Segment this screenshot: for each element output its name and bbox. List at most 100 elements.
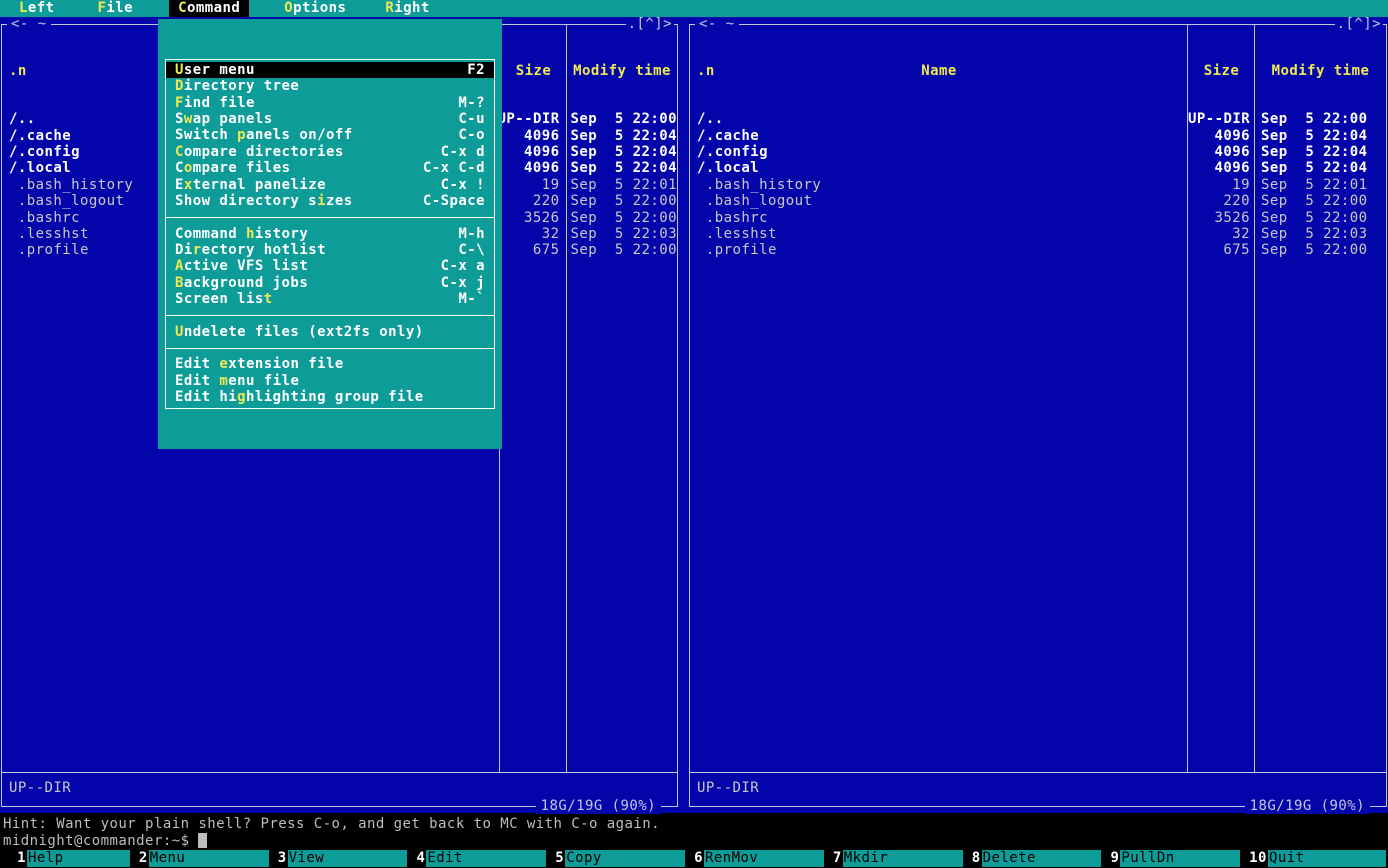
fkey-label: Edit	[426, 850, 546, 867]
file-mtime: Sep 5 22:00	[1255, 193, 1386, 209]
fkey-9-pulldn[interactable]: 9 PullDn	[1110, 850, 1249, 868]
menu-item-screen-list[interactable]: Screen listM-`	[166, 291, 494, 307]
menu-item-shortcut: C-x d	[441, 144, 485, 160]
fkey-label: PullDn	[1120, 850, 1240, 867]
fkey-label: Mkdir	[843, 850, 963, 867]
fkey-number: 5	[555, 850, 565, 868]
file-mtime: Sep 5 22:03	[564, 226, 677, 242]
menu-item-directory-tree[interactable]: Directory tree	[166, 78, 494, 94]
history-back-icon[interactable]: <-	[11, 16, 29, 32]
fkey-3-view[interactable]: 3 View	[278, 850, 417, 868]
file-row[interactable]: .profile 675 Sep 5 22:00	[690, 242, 1386, 258]
menu-item-edit-menu-file[interactable]: Edit menu file	[166, 373, 494, 389]
mini-status: UP--DIR	[9, 780, 71, 796]
file-list: /.. UP--DIR Sep 5 22:00 /.cache 4096 Sep…	[690, 111, 1386, 258]
file-row[interactable]: .bash_history 19 Sep 5 22:01	[690, 177, 1386, 193]
file-mtime: Sep 5 22:00	[564, 193, 677, 209]
menu-item-edit-highlighting-group-file[interactable]: Edit highlighting group file	[166, 389, 494, 405]
file-row[interactable]: .bash_logout 220 Sep 5 22:00	[690, 193, 1386, 209]
panel-controls[interactable]: .[^]>	[626, 17, 674, 32]
file-size: 4096	[1188, 128, 1255, 144]
file-mtime: Sep 5 22:04	[564, 160, 677, 176]
fkey-4-edit[interactable]: 4 Edit	[416, 850, 555, 868]
command-dropdown-menu: User menuF2Directory treeFind fileM-?Swa…	[158, 19, 502, 449]
fkey-8-delete[interactable]: 8 Delete	[972, 850, 1111, 868]
menubar-item-right[interactable]: Right	[376, 0, 438, 17]
menu-item-background-jobs[interactable]: Background jobsC-x j	[166, 275, 494, 291]
panel-controls[interactable]: .[^]>	[1335, 17, 1383, 32]
menu-item-shortcut: C-x j	[441, 275, 485, 291]
file-row[interactable]: /.config 4096 Sep 5 22:04	[690, 144, 1386, 160]
fkey-label: Copy	[565, 850, 685, 867]
menubar-item-left[interactable]: Left	[10, 0, 64, 17]
fkey-number: 8	[972, 850, 982, 868]
file-size: 3526	[1188, 210, 1255, 226]
fkey-10-quit[interactable]: 10 Quit	[1249, 850, 1388, 868]
shell-prompt: midnight@commander:~$	[3, 833, 189, 849]
panel-column-headers: .nName Size Modify time	[690, 63, 1386, 79]
ministatus-divider	[2, 772, 677, 773]
fkey-number: 7	[833, 850, 843, 868]
menu-item-swap-panels[interactable]: Swap panelsC-u	[166, 111, 494, 127]
menu-item-show-directory-sizes[interactable]: Show directory sizesC-Space	[166, 193, 494, 209]
file-row[interactable]: .bashrc 3526 Sep 5 22:00	[690, 210, 1386, 226]
file-name: /..	[690, 111, 1188, 127]
history-back-icon[interactable]: <-	[699, 16, 717, 32]
file-mtime: Sep 5 22:00	[564, 210, 677, 226]
column-header-size[interactable]: Size	[1188, 63, 1255, 79]
file-size: 19	[498, 177, 565, 193]
file-name: /.config	[690, 144, 1188, 160]
column-header-mtime[interactable]: Modify time	[1255, 63, 1386, 79]
fkey-2-menu[interactable]: 2 Menu	[139, 850, 278, 868]
file-size: 220	[498, 193, 565, 209]
file-mtime: Sep 5 22:00	[564, 111, 677, 127]
menu-item-compare-files[interactable]: Compare filesC-x C-d	[166, 160, 494, 176]
file-name: .profile	[690, 242, 1188, 258]
fkey-6-renmov[interactable]: 6 RenMov	[694, 850, 833, 868]
menu-item-active-vfs-list[interactable]: Active VFS listC-x a	[166, 258, 494, 274]
menu-item-compare-directories[interactable]: Compare directoriesC-x d	[166, 144, 494, 160]
mini-status: UP--DIR	[697, 780, 759, 796]
menu-item-shortcut: C-o	[458, 127, 485, 143]
menu-item-user-menu[interactable]: User menuF2	[166, 62, 494, 78]
free-space-indicator: 18G/19G (90%)	[536, 799, 661, 814]
menubar-item-file[interactable]: File	[89, 0, 143, 17]
menu-item-undelete-files-ext2fs-only[interactable]: Undelete files (ext2fs only)	[166, 324, 494, 340]
menu-item-shortcut: M-h	[458, 226, 485, 242]
file-row[interactable]: /.cache 4096 Sep 5 22:04	[690, 128, 1386, 144]
panel-path[interactable]: <- ~	[7, 17, 51, 32]
file-mtime: Sep 5 22:00	[564, 242, 677, 258]
column-separator	[566, 25, 567, 773]
fkey-7-mkdir[interactable]: 7 Mkdir	[833, 850, 972, 868]
menu-item-command-history[interactable]: Command historyM-h	[166, 226, 494, 242]
menu-item-shortcut: C-x C-d	[423, 160, 485, 176]
menu-item-find-file[interactable]: Find fileM-?	[166, 95, 494, 111]
column-header-name[interactable]: .nName	[690, 63, 1188, 79]
file-mtime: Sep 5 22:03	[1255, 226, 1386, 242]
column-separator	[1187, 25, 1188, 773]
menu-item-switch-panels-on-off[interactable]: Switch panels on/offC-o	[166, 127, 494, 143]
column-header-size[interactable]: Size	[500, 63, 567, 79]
column-header-mtime[interactable]: Modify time	[567, 63, 677, 79]
fkey-1-help[interactable]: 1 Help	[0, 850, 139, 868]
file-size: 220	[1188, 193, 1255, 209]
fkey-number: 9	[1110, 850, 1120, 868]
fkey-number: 2	[139, 850, 149, 868]
file-row[interactable]: /.local 4096 Sep 5 22:04	[690, 160, 1386, 176]
menu-separator	[166, 307, 494, 323]
fkey-label: View	[288, 850, 408, 867]
file-size: 19	[1188, 177, 1255, 193]
file-row[interactable]: /.. UP--DIR Sep 5 22:00	[690, 111, 1386, 127]
panel-path[interactable]: <- ~	[695, 17, 739, 32]
file-name: /.cache	[690, 128, 1188, 144]
file-row[interactable]: .lesshst 32 Sep 5 22:03	[690, 226, 1386, 242]
command-line[interactable]: midnight@commander:~$	[3, 833, 207, 849]
file-size: UP--DIR	[497, 111, 564, 127]
fkey-5-copy[interactable]: 5 Copy	[555, 850, 694, 868]
menu-item-directory-hotlist[interactable]: Directory hotlistC-\	[166, 242, 494, 258]
file-size: 4096	[498, 128, 565, 144]
menu-item-external-panelize[interactable]: External panelizeC-x !	[166, 177, 494, 193]
menubar-item-command[interactable]: Command	[169, 0, 249, 17]
menu-item-edit-extension-file[interactable]: Edit extension file	[166, 356, 494, 372]
menubar-item-options[interactable]: Options	[275, 0, 355, 17]
